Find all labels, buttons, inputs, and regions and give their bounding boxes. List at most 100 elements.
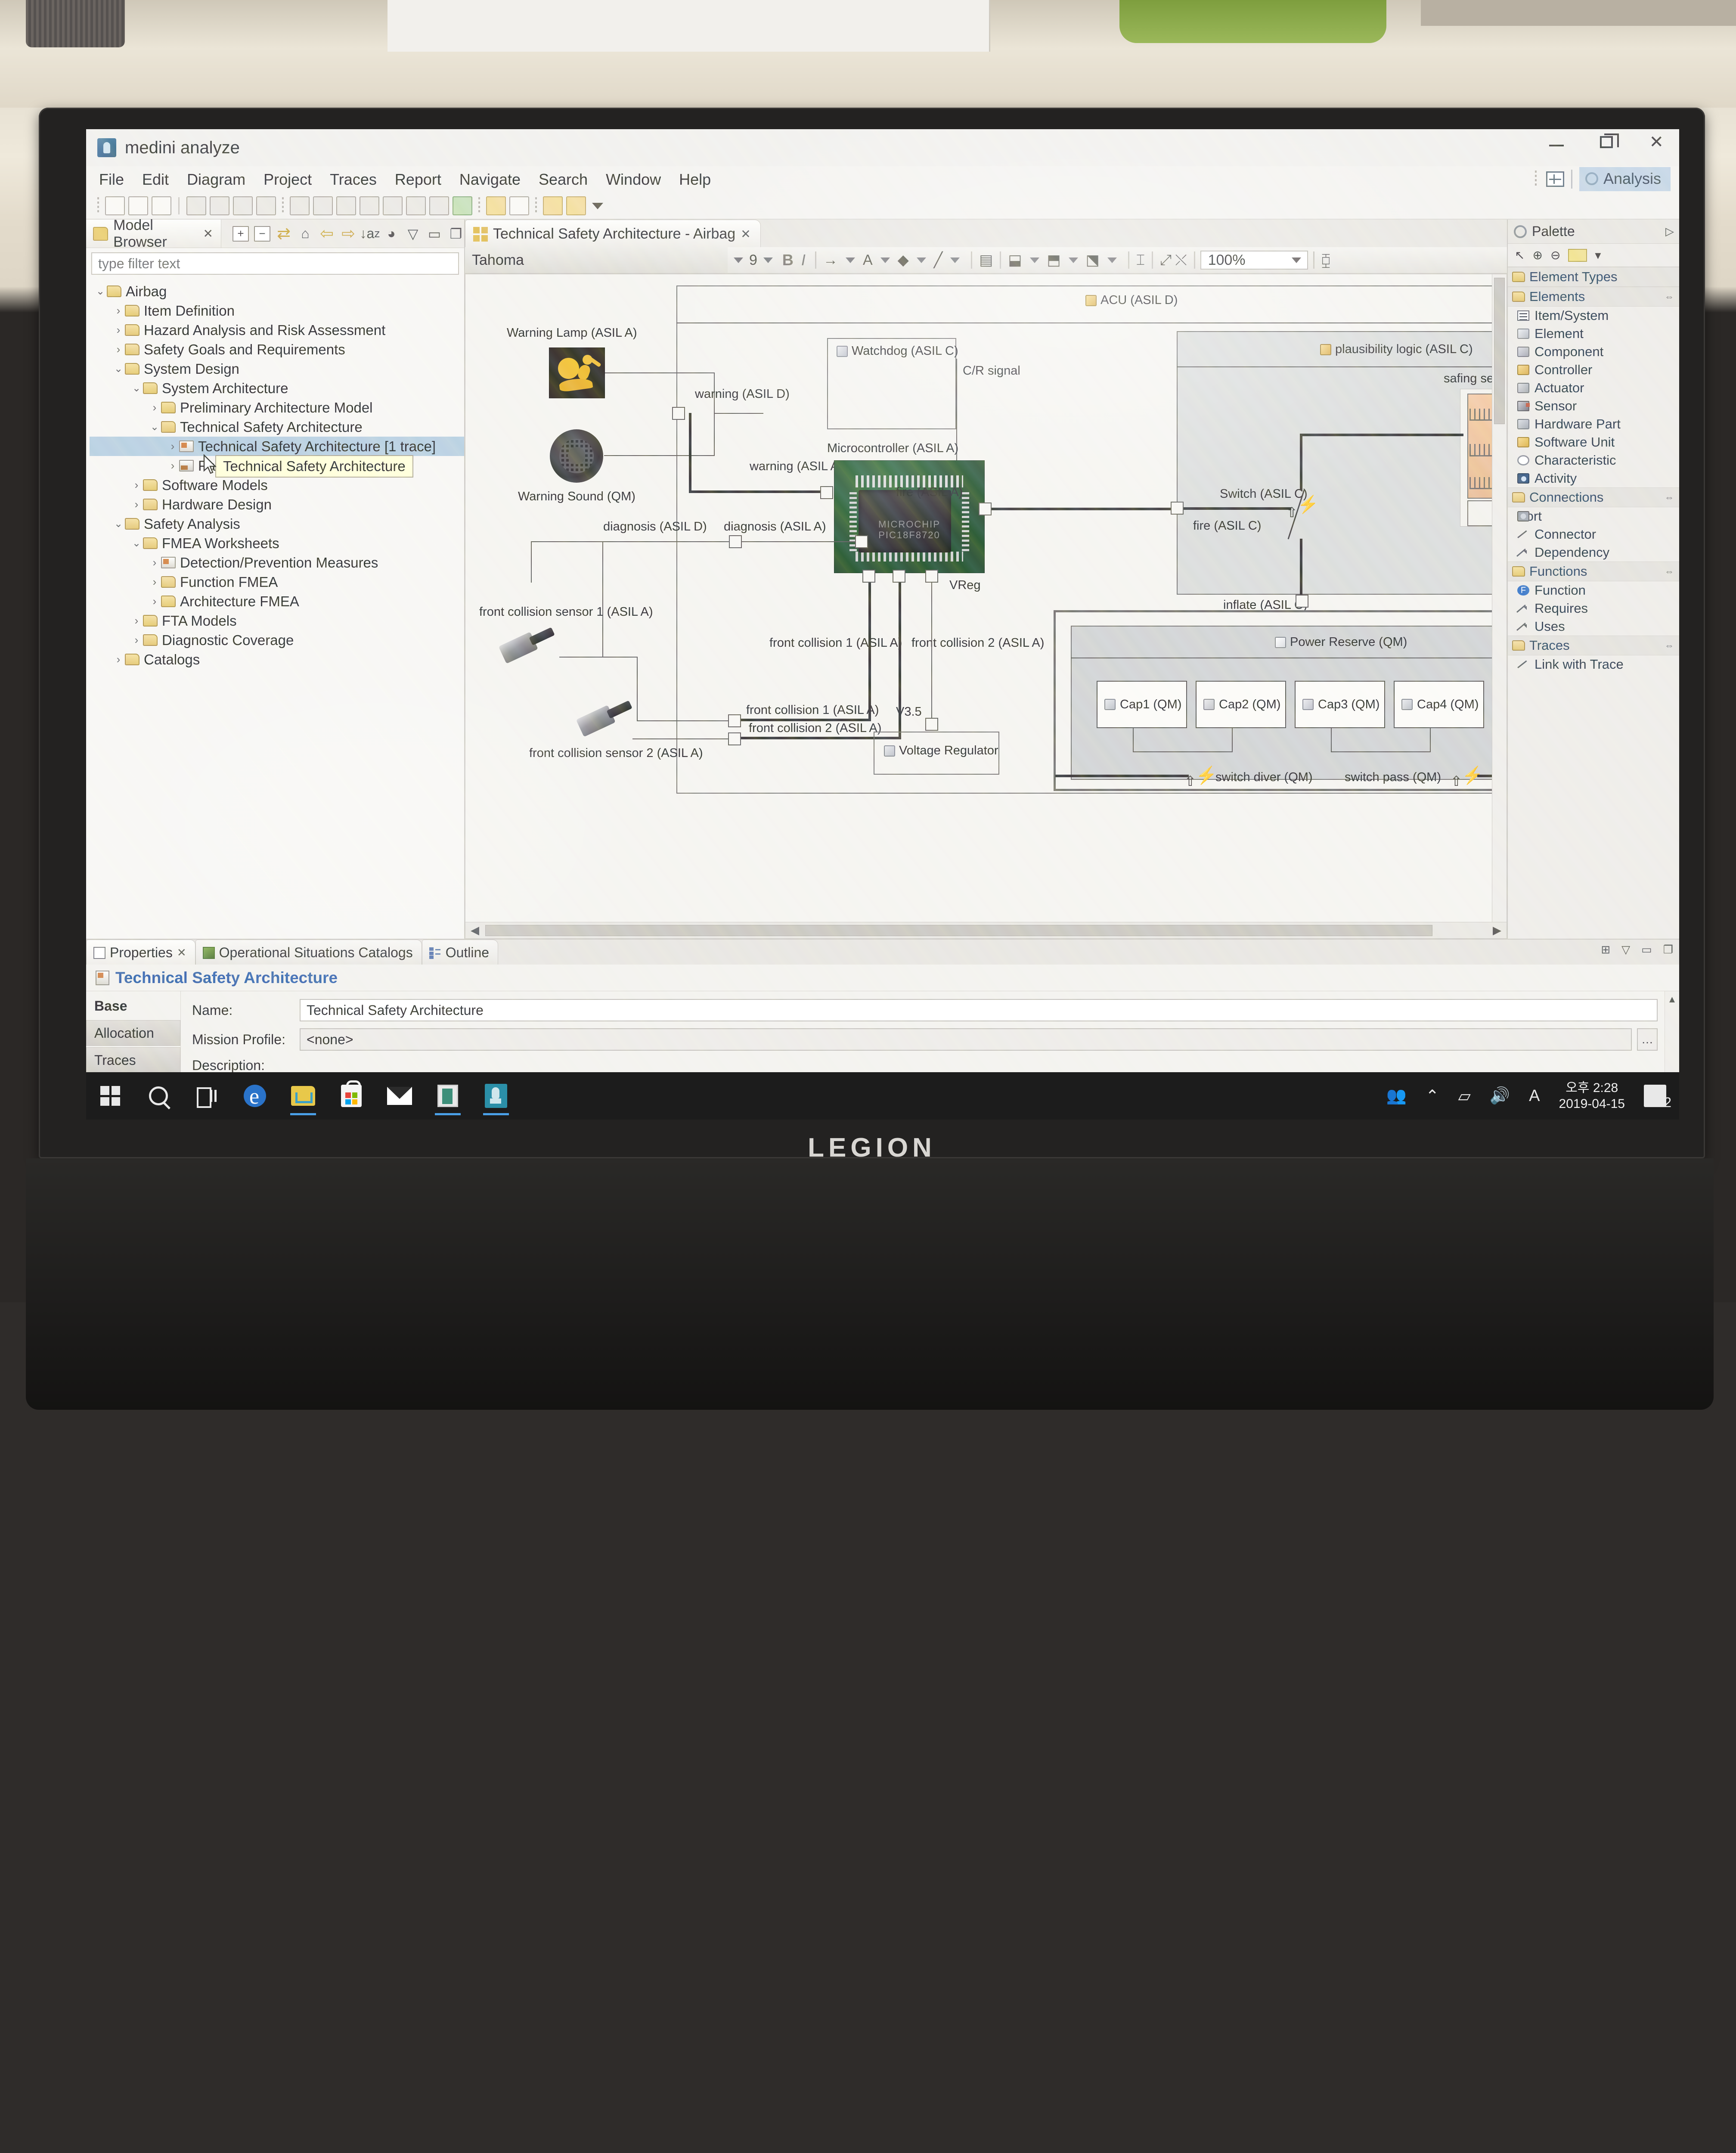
store-button[interactable] [327, 1072, 375, 1120]
pin-group-icon[interactable]: ⇔ [1665, 492, 1674, 503]
palette-group-elements[interactable]: Elements ⇔ [1508, 287, 1679, 307]
ime-indicator[interactable]: A [1529, 1087, 1540, 1105]
tree-item-safety-goals-and-requirements[interactable]: › Safety Goals and Requirements [90, 340, 464, 359]
scroll-up-icon[interactable]: ▲ [1665, 994, 1679, 1005]
twisty-collapsed-icon[interactable]: › [130, 498, 143, 511]
people-icon[interactable]: 👥 [1386, 1086, 1406, 1105]
editor-tab-technical-safety-architecture[interactable]: Technical Safety Architecture - Airbag ✕ [465, 220, 761, 247]
vertical-scroll-thumb[interactable] [1494, 278, 1505, 424]
select-tool-icon[interactable]: ↖ [1515, 248, 1525, 262]
tag-icon[interactable] [566, 196, 586, 215]
requirement-icon[interactable] [360, 196, 379, 215]
twisty-expanded-icon[interactable]: ⌄ [94, 285, 107, 298]
palette-item-function[interactable]: F Function [1508, 581, 1679, 599]
block-cap1[interactable]: Cap1 (QM) [1097, 681, 1187, 728]
browse-mission-profile-button[interactable]: … [1637, 1028, 1658, 1051]
twisty-collapsed-icon[interactable]: › [166, 440, 179, 453]
block-cap3[interactable]: Cap3 (QM) [1295, 681, 1385, 728]
palette-group-element-types[interactable]: Element Types [1508, 267, 1679, 287]
line-style-icon[interactable]: → [822, 252, 840, 269]
maximize-icon[interactable] [1600, 133, 1619, 148]
italic-button[interactable]: I [797, 251, 810, 269]
close-icon[interactable]: ✕ [203, 226, 213, 241]
tree-item-system-architecture[interactable]: ⌄ System Architecture [90, 378, 464, 398]
twisty-expanded-icon[interactable]: ⌄ [130, 382, 143, 394]
port-mcu-vreg[interactable] [925, 570, 938, 583]
twisty-expanded-icon[interactable]: ⌄ [148, 421, 161, 433]
menu-help[interactable]: Help [679, 171, 711, 189]
port-mcu-warning-in[interactable] [820, 486, 833, 499]
medini-button[interactable] [472, 1072, 520, 1120]
task-view-button[interactable] [183, 1072, 231, 1120]
palette-item-port[interactable]: Port [1508, 507, 1679, 525]
twisty-collapsed-icon[interactable]: › [148, 575, 161, 589]
asil-decomposition-icon[interactable]: ⧮ [1320, 252, 1333, 269]
distribute-icon[interactable]: ⬓ [1006, 251, 1023, 269]
block-cap4[interactable]: Cap4 (QM) [1394, 681, 1484, 728]
port-acu-diagnosis[interactable] [729, 535, 742, 548]
tree-item-catalogs[interactable]: › Catalogs [90, 650, 464, 669]
arrange-icon[interactable]: ⬔ [1084, 251, 1101, 269]
toolbar-drag-handle[interactable] [1534, 171, 1537, 188]
chevron-down-icon-6[interactable] [950, 257, 960, 263]
export-icon[interactable] [453, 196, 472, 215]
maximize-view-icon[interactable]: ❐ [448, 226, 464, 242]
model-browser-tab[interactable]: Model Browser ✕ [86, 217, 221, 250]
twisty-expanded-icon[interactable]: ⌄ [112, 363, 125, 375]
chevron-down-icon-5[interactable] [916, 257, 926, 263]
diagram-canvas-area[interactable]: ACU (ASIL D) Warning Lamp (ASIL A) Warni… [465, 274, 1507, 939]
tree-item-fmea-worksheets[interactable]: ⌄ FMEA Worksheets [90, 534, 464, 553]
menu-diagram[interactable]: Diagram [187, 171, 245, 189]
toolbar-overflow-icon[interactable] [592, 202, 603, 209]
search-button[interactable] [134, 1072, 183, 1120]
start-button[interactable] [86, 1072, 134, 1120]
port-mcu-fc1[interactable] [862, 570, 875, 583]
tree-item-safety-analysis[interactable]: ⌄ Safety Analysis [90, 514, 464, 534]
line-color-icon[interactable]: ╱ [932, 251, 944, 269]
copy-icon[interactable] [186, 196, 206, 215]
pin-group-icon[interactable]: ⇔ [1665, 640, 1674, 651]
show-hidden-icons-icon[interactable]: ⌃ [1426, 1086, 1439, 1106]
toolbar-handle-4[interactable] [535, 197, 537, 214]
minimize-icon[interactable] [1549, 138, 1564, 146]
image-warning-sound[interactable] [550, 429, 603, 483]
app-window-button[interactable] [424, 1072, 472, 1120]
twisty-collapsed-icon[interactable]: › [112, 323, 125, 337]
minimize-view-icon[interactable]: ▭ [426, 226, 443, 242]
toolbar-handle[interactable] [97, 197, 99, 214]
tree-item-airbag[interactable]: ⌄ Airbag [90, 282, 464, 301]
twisty-collapsed-icon[interactable]: › [112, 304, 125, 317]
tree-item-preliminary-architecture-model[interactable]: › Preliminary Architecture Model [90, 398, 464, 417]
mail-button[interactable] [375, 1072, 424, 1120]
tree-item-hazard-analysis-and-risk-assessment[interactable]: › Hazard Analysis and Risk Assessment [90, 320, 464, 340]
font-size-select[interactable]: 9 [749, 252, 757, 269]
menu-window[interactable]: Window [606, 171, 661, 189]
palette-item-element[interactable]: Element [1508, 325, 1679, 343]
print-icon[interactable] [233, 196, 253, 215]
palette-item-software-unit[interactable]: Software Unit [1508, 433, 1679, 451]
palette-group-traces[interactable]: Traces ⇔ [1508, 636, 1679, 655]
zoom-in-tool-icon[interactable]: ⊕ [1532, 248, 1542, 262]
twisty-collapsed-icon[interactable]: › [148, 595, 161, 608]
clock[interactable]: 오후 2:28 2019-04-15 [1559, 1080, 1625, 1112]
tree-item-function-fmea[interactable]: › Function FMEA [90, 572, 464, 592]
port-voltage-regulator[interactable] [925, 718, 938, 731]
zoom-select[interactable]: 100% [1200, 251, 1308, 270]
port-acu-front-collision-1[interactable] [728, 714, 741, 727]
image-warning-lamp[interactable] [549, 347, 605, 398]
hide-connection-icon[interactable]: ⤬ [1173, 252, 1188, 269]
port-mcu-diagnosis[interactable] [855, 535, 868, 548]
block-cap2[interactable]: Cap2 (QM) [1196, 681, 1286, 728]
chevron-down-icon-4[interactable] [880, 257, 890, 263]
horizontal-scroll-thumb[interactable] [485, 924, 1432, 936]
twisty-expanded-icon[interactable]: ⌄ [112, 518, 125, 530]
input-name[interactable]: Technical Safety Architecture [300, 999, 1658, 1021]
image-front-collision-sensor-2[interactable] [573, 689, 638, 744]
sort-az-icon[interactable]: ↓a z [360, 226, 380, 242]
menu-search[interactable]: Search [539, 171, 588, 189]
toolbar-handle-3[interactable] [478, 197, 480, 214]
tree-item-architecture-fmea[interactable]: › Architecture FMEA [90, 592, 464, 611]
port-acu-warning-in[interactable] [672, 407, 685, 420]
port-acu-inflate-out[interactable] [1296, 595, 1308, 608]
palette-item-sensor[interactable]: Sensor [1508, 397, 1679, 415]
